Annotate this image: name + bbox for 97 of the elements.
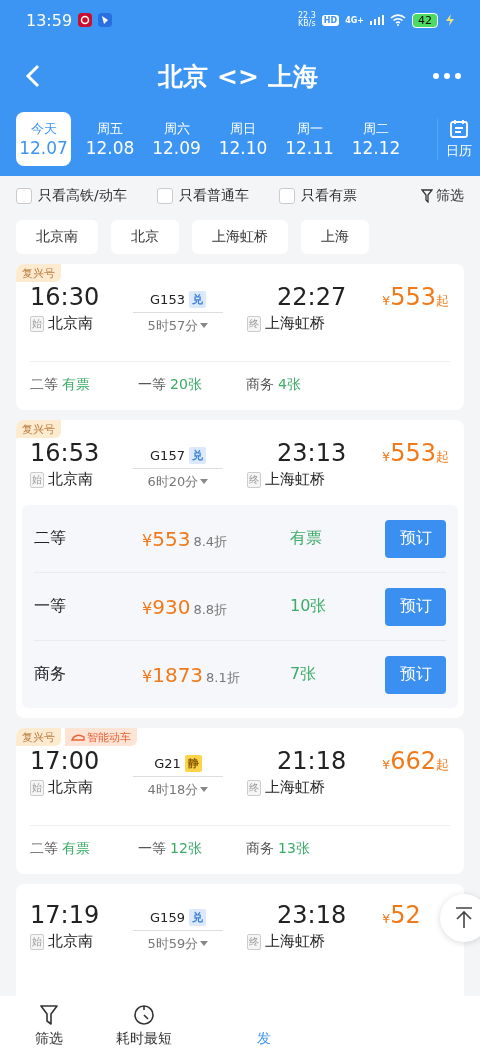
duration: 5时57分 [147, 317, 199, 335]
caret-icon [200, 323, 209, 329]
train-tag: 静 [184, 754, 202, 772]
filter-checkbox[interactable]: 只看高铁/动车 [16, 187, 127, 205]
arrival-time: 22:27 [276, 282, 347, 312]
terminal-mark: 终 [247, 315, 261, 332]
origin-mark: 始 [30, 315, 44, 332]
signal-icon [370, 15, 384, 25]
price: ¥52 [381, 900, 421, 931]
seat-availability: 一等 12张 [138, 840, 203, 858]
terminal-mark: 终 [247, 933, 261, 950]
seat-availability: 一等 20张 [138, 376, 203, 394]
caret-icon [200, 941, 209, 947]
arrival-station: 上海虹桥 [265, 470, 325, 489]
calendar-icon [449, 118, 469, 139]
seat-availability: 二等 有票 [30, 840, 91, 858]
train-card[interactable]: 复兴号 智能动车 17:00 始 北京南 G21 静 4时18分 21:18 终 上海虹桥 ¥662起 二等 有票 一等 12张 商务 13张 [16, 728, 464, 874]
network-type: 4G+ [345, 15, 364, 25]
origin-mark: 始 [30, 779, 44, 796]
station-chip[interactable]: 上海 [301, 220, 369, 254]
train-number: G157 [150, 447, 185, 463]
filter-button[interactable]: 筛选 [421, 187, 464, 205]
arrival-station: 上海虹桥 [265, 932, 325, 951]
network-speed: 22.3 KB/s [298, 12, 316, 28]
battery-level: 42 [412, 12, 438, 28]
seat-price: ¥553 [142, 526, 191, 551]
departure-station: 北京南 [48, 932, 93, 951]
train-card[interactable]: 复兴号 16:30 始 北京南 G153 兑 5时57分 22:27 终 上海虹桥 ¥553起 二等 有票 一等 20张 商务 4张 [16, 264, 464, 410]
departure-station: 北京南 [48, 778, 93, 797]
train-tag: 兑 [188, 446, 206, 464]
origin-mark: 始 [30, 471, 44, 488]
duration: 5时59分 [147, 935, 199, 953]
arrival-time: 21:18 [276, 746, 347, 776]
price: ¥553起 [381, 282, 450, 313]
bottom-tab[interactable]: 耗时最短 [84, 1004, 204, 1048]
train-icon [71, 733, 85, 741]
seat-class: 二等 [34, 528, 67, 549]
arrival-time: 23:18 [276, 900, 347, 930]
charging-icon [444, 14, 456, 26]
app-icon [78, 13, 93, 27]
price: ¥662起 [381, 746, 450, 777]
hd-indicator: HD [321, 14, 340, 26]
train-type-badge: 复兴号 [16, 728, 61, 746]
departure-time: 16:30 [30, 282, 101, 312]
train-number: G21 [154, 755, 181, 771]
clock-time: 13:59 [26, 10, 73, 30]
station-chip[interactable]: 北京 [111, 220, 179, 254]
availability: 7张 [290, 664, 318, 685]
terminal-mark: 终 [247, 471, 261, 488]
discount: 8.8折 [193, 601, 228, 617]
availability: 10张 [290, 596, 328, 617]
arrival-station: 上海虹桥 [265, 778, 325, 797]
filter-checkbox[interactable]: 只看有票 [278, 187, 357, 205]
train-type-badge: 复兴号 [16, 420, 61, 438]
terminal-mark: 终 [247, 779, 261, 796]
more-icon[interactable] [432, 72, 462, 80]
train-tag: 兑 [188, 908, 206, 926]
filter-icon [421, 189, 433, 203]
filter-icon [39, 1004, 59, 1026]
discount: 8.1折 [206, 669, 240, 685]
seat-class: 商务 [34, 664, 67, 685]
clock-icon [133, 1004, 155, 1026]
departure-station: 北京南 [48, 470, 93, 489]
departure-time: 17:19 [30, 900, 101, 930]
train-card[interactable]: 17:19 始 北京南 G159 兑 5时59分 23:18 终 上海虹桥 ¥52 [16, 884, 464, 996]
wifi-icon [390, 14, 406, 26]
caret-icon [200, 787, 209, 793]
origin-mark: 始 [30, 933, 44, 950]
seat-availability: 二等 有票 [30, 376, 91, 394]
station-chip[interactable]: 北京南 [16, 220, 98, 254]
departure-time: 17:00 [30, 746, 101, 776]
duration: 4时18分 [147, 781, 199, 799]
seat-price: ¥1873 [142, 662, 204, 687]
bottom-tab[interactable]: 筛选 [14, 1004, 84, 1048]
arrival-station: 上海虹桥 [265, 314, 325, 333]
station-chip[interactable]: 上海虹桥 [192, 220, 288, 254]
train-number: G153 [150, 291, 185, 307]
caret-icon [200, 479, 209, 485]
route-title: 北京 <> 上海 [156, 60, 319, 93]
train-number: G159 [150, 909, 185, 925]
availability: 有票 [290, 528, 323, 549]
train-tag: 兑 [188, 290, 206, 308]
duration: 6时20分 [147, 473, 199, 491]
arrow-up-icon [454, 907, 474, 929]
train-type-badge: 智能动车 [65, 728, 137, 746]
discount: 8.4折 [193, 533, 228, 549]
departure-time: 16:53 [30, 438, 101, 468]
train-type-badge: 复兴号 [16, 264, 61, 282]
seat-availability: 商务 4张 [246, 376, 302, 394]
seat-price: ¥930 [142, 594, 191, 619]
seat-availability: 商务 13张 [246, 840, 311, 858]
departure-station: 北京南 [48, 314, 93, 333]
price: ¥553起 [381, 438, 450, 469]
app-icon [98, 13, 113, 27]
seat-class: 一等 [34, 596, 67, 617]
arrival-time: 23:13 [276, 438, 347, 468]
filter-checkbox[interactable]: 只看普通车 [156, 187, 249, 205]
